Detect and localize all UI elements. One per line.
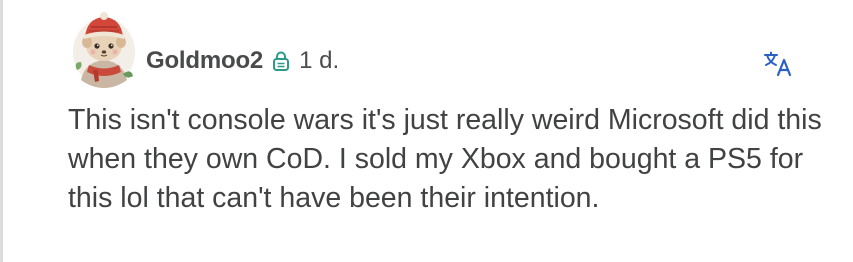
comment-header: Goldmoo2 1 d. bbox=[146, 44, 339, 78]
author-name[interactable]: Goldmoo2 bbox=[146, 47, 263, 75]
comment-text: This isn't console wars it's just really… bbox=[68, 104, 822, 214]
translate-icon[interactable] bbox=[763, 51, 793, 77]
lock-icon bbox=[273, 51, 290, 71]
avatar[interactable] bbox=[71, 10, 137, 88]
timestamp: 1 d. bbox=[299, 47, 340, 74]
comment: Goldmoo2 1 d. This isn't console wars it… bbox=[0, 0, 853, 262]
